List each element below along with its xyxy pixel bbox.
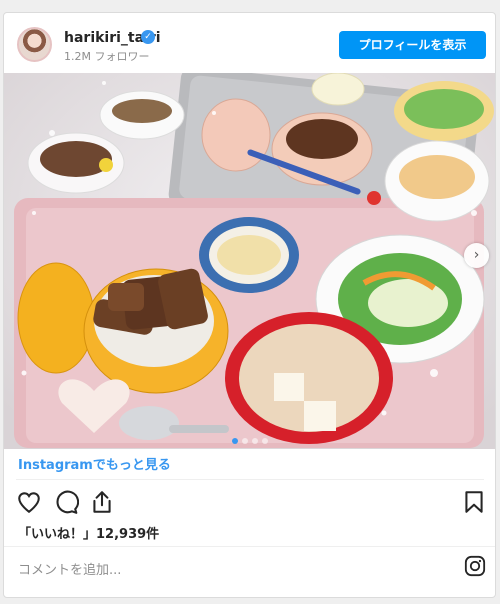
bookmark-icon[interactable] <box>461 489 487 515</box>
avatar[interactable] <box>17 27 52 62</box>
carousel-dot <box>262 438 268 444</box>
divider <box>16 479 484 480</box>
follower-count: 1.2M フォロワー <box>64 50 150 63</box>
heart-icon[interactable] <box>16 489 42 515</box>
post-header: harikiri_tairi ✓ 1.2M フォロワー プロフィールを表示 <box>4 13 495 73</box>
meal-photo-illustration <box>4 73 495 449</box>
view-more-on-instagram-link[interactable]: Instagramでもっと見る <box>18 454 171 473</box>
like-count[interactable]: 「いいね！」12,939件 <box>18 523 159 542</box>
action-bar <box>4 489 495 519</box>
comment-icon[interactable] <box>53 489 79 515</box>
share-icon[interactable] <box>89 489 115 515</box>
carousel-dot <box>242 438 248 444</box>
view-profile-button[interactable]: プロフィールを表示 <box>339 31 486 59</box>
verified-check-icon: ✓ <box>141 30 155 44</box>
post-photo[interactable]: › <box>4 73 495 449</box>
carousel-indicator <box>232 429 272 444</box>
instagram-icon[interactable] <box>464 555 486 577</box>
add-comment-input[interactable]: コメントを追加... <box>18 559 121 578</box>
carousel-dot <box>232 438 238 444</box>
carousel-dot <box>252 438 258 444</box>
instagram-embed-card: harikiri_tairi ✓ 1.2M フォロワー プロフィールを表示 › … <box>3 12 496 598</box>
chevron-right-icon[interactable]: › <box>464 243 489 268</box>
divider <box>4 546 495 547</box>
